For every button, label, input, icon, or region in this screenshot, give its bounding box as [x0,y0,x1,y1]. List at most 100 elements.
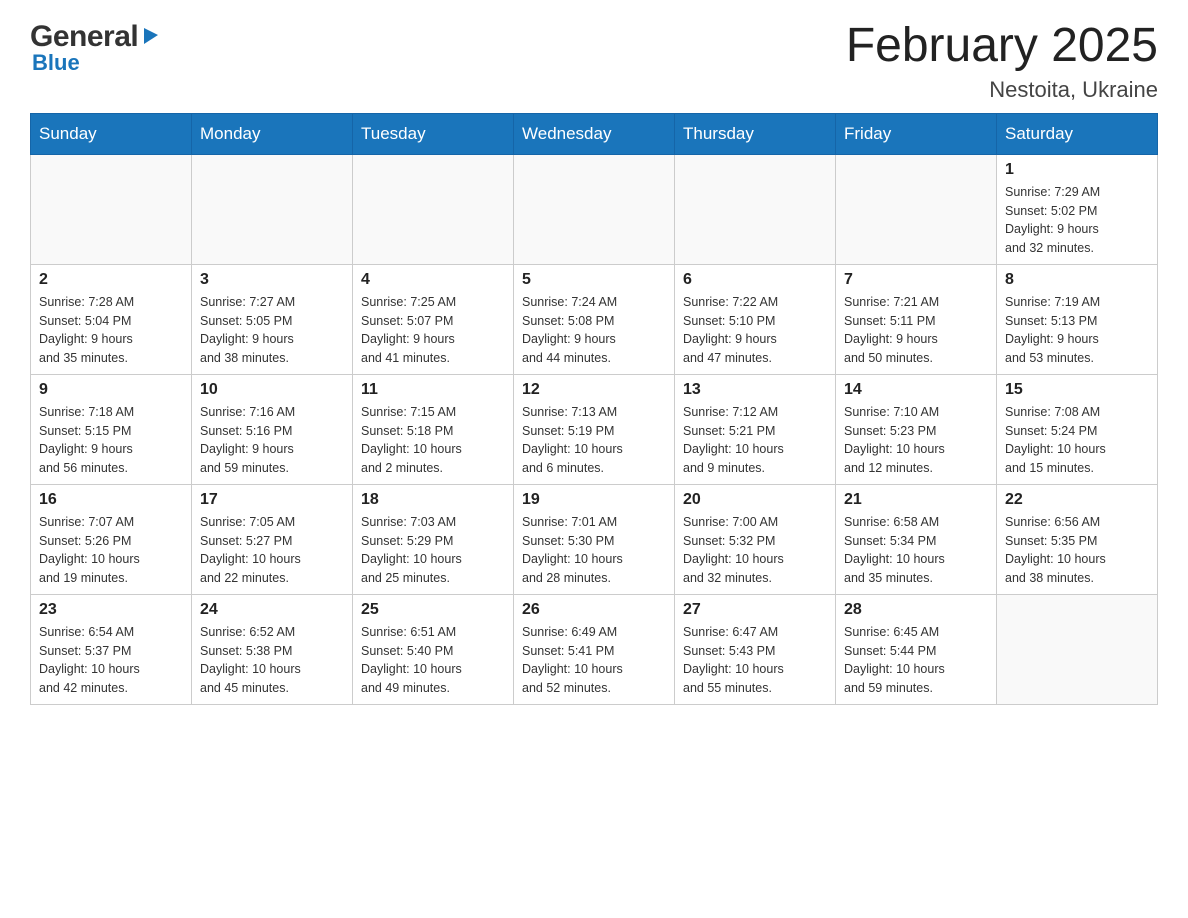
day-info: Sunrise: 7:07 AM Sunset: 5:26 PM Dayligh… [39,513,183,588]
day-number: 5 [522,271,666,289]
day-info: Sunrise: 7:10 AM Sunset: 5:23 PM Dayligh… [844,403,988,478]
day-number: 14 [844,381,988,399]
table-row [675,154,836,264]
table-row: 15 Sunrise: 7:08 AM Sunset: 5:24 PM Dayli… [997,374,1158,484]
logo-blue-text: Blue [30,50,80,76]
table-row [836,154,997,264]
day-info: Sunrise: 6:54 AM Sunset: 5:37 PM Dayligh… [39,623,183,698]
table-row: 2 Sunrise: 7:28 AM Sunset: 5:04 PM Daylig… [31,264,192,374]
day-number: 9 [39,381,183,399]
weekday-header-row: Sunday Monday Tuesday Wednesday Thursday… [31,113,1158,154]
header-thursday: Thursday [675,113,836,154]
day-info: Sunrise: 7:21 AM Sunset: 5:11 PM Dayligh… [844,293,988,368]
day-info: Sunrise: 6:58 AM Sunset: 5:34 PM Dayligh… [844,513,988,588]
day-info: Sunrise: 7:12 AM Sunset: 5:21 PM Dayligh… [683,403,827,478]
day-info: Sunrise: 7:00 AM Sunset: 5:32 PM Dayligh… [683,513,827,588]
day-info: Sunrise: 7:13 AM Sunset: 5:19 PM Dayligh… [522,403,666,478]
day-number: 12 [522,381,666,399]
table-row [31,154,192,264]
table-row [353,154,514,264]
table-row: 3 Sunrise: 7:27 AM Sunset: 5:05 PM Daylig… [192,264,353,374]
header-friday: Friday [836,113,997,154]
day-number: 13 [683,381,827,399]
day-number: 4 [361,271,505,289]
table-row [514,154,675,264]
table-row: 26 Sunrise: 6:49 AM Sunset: 5:41 PM Dayli… [514,594,675,704]
day-info: Sunrise: 6:56 AM Sunset: 5:35 PM Dayligh… [1005,513,1149,588]
day-info: Sunrise: 7:24 AM Sunset: 5:08 PM Dayligh… [522,293,666,368]
calendar-week-5: 23Sunrise: 6:54 AM Sunset: 5:37 PM Dayli… [31,594,1158,704]
day-info: Sunrise: 7:16 AM Sunset: 5:16 PM Dayligh… [200,403,344,478]
day-number: 20 [683,491,827,509]
page-header: General Blue February 2025 Nestoita, Ukr… [30,20,1158,103]
table-row: 12 Sunrise: 7:13 AM Sunset: 5:19 PM Dayli… [514,374,675,484]
table-row: 17 Sunrise: 7:05 AM Sunset: 5:27 PM Dayli… [192,484,353,594]
day-number: 18 [361,491,505,509]
day-number: 2 [39,271,183,289]
table-row: 5 Sunrise: 7:24 AM Sunset: 5:08 PM Daylig… [514,264,675,374]
day-info: Sunrise: 7:01 AM Sunset: 5:30 PM Dayligh… [522,513,666,588]
day-number: 27 [683,601,827,619]
day-number: 21 [844,491,988,509]
day-number: 26 [522,601,666,619]
table-row: 28 Sunrise: 6:45 AM Sunset: 5:44 PM Dayli… [836,594,997,704]
table-row: 24 Sunrise: 6:52 AM Sunset: 5:38 PM Dayli… [192,594,353,704]
day-info: Sunrise: 7:03 AM Sunset: 5:29 PM Dayligh… [361,513,505,588]
day-info: Sunrise: 6:52 AM Sunset: 5:38 PM Dayligh… [200,623,344,698]
table-row: 4Sunrise: 7:25 AM Sunset: 5:07 PM Daylig… [353,264,514,374]
table-row: 11 Sunrise: 7:15 AM Sunset: 5:18 PM Dayli… [353,374,514,484]
day-info: Sunrise: 6:51 AM Sunset: 5:40 PM Dayligh… [361,623,505,698]
table-row: 9 Sunrise: 7:18 AM Sunset: 5:15 PM Daylig… [31,374,192,484]
table-row: 7 Sunrise: 7:21 AM Sunset: 5:11 PM Daylig… [836,264,997,374]
day-number: 25 [361,601,505,619]
day-info: Sunrise: 6:49 AM Sunset: 5:41 PM Dayligh… [522,623,666,698]
header-sunday: Sunday [31,113,192,154]
table-row: 22 Sunrise: 6:56 AM Sunset: 5:35 PM Dayli… [997,484,1158,594]
calendar-title: February 2025 [846,20,1158,73]
day-info: Sunrise: 7:15 AM Sunset: 5:18 PM Dayligh… [361,403,505,478]
day-info: Sunrise: 7:29 AM Sunset: 5:02 PM Dayligh… [1005,183,1149,258]
table-row: 6 Sunrise: 7:22 AM Sunset: 5:10 PM Daylig… [675,264,836,374]
day-number: 15 [1005,381,1149,399]
day-number: 10 [200,381,344,399]
day-info: Sunrise: 7:19 AM Sunset: 5:13 PM Dayligh… [1005,293,1149,368]
header-saturday: Saturday [997,113,1158,154]
table-row: 25 Sunrise: 6:51 AM Sunset: 5:40 PM Dayli… [353,594,514,704]
day-number: 11 [361,381,505,399]
day-number: 1 [1005,161,1149,179]
table-row: 18 Sunrise: 7:03 AM Sunset: 5:29 PM Dayli… [353,484,514,594]
table-row: 8Sunrise: 7:19 AM Sunset: 5:13 PM Daylig… [997,264,1158,374]
calendar-week-2: 2 Sunrise: 7:28 AM Sunset: 5:04 PM Daylig… [31,264,1158,374]
logo: General Blue [30,20,162,76]
header-tuesday: Tuesday [353,113,514,154]
table-row: 20 Sunrise: 7:00 AM Sunset: 5:32 PM Dayli… [675,484,836,594]
day-number: 3 [200,271,344,289]
logo-arrow-icon [140,24,162,51]
table-row: 10 Sunrise: 7:16 AM Sunset: 5:16 PM Dayli… [192,374,353,484]
table-row: 21 Sunrise: 6:58 AM Sunset: 5:34 PM Dayli… [836,484,997,594]
table-row: 23Sunrise: 6:54 AM Sunset: 5:37 PM Dayli… [31,594,192,704]
day-info: Sunrise: 7:18 AM Sunset: 5:15 PM Dayligh… [39,403,183,478]
day-info: Sunrise: 7:05 AM Sunset: 5:27 PM Dayligh… [200,513,344,588]
table-row: 19Sunrise: 7:01 AM Sunset: 5:30 PM Dayli… [514,484,675,594]
day-info: Sunrise: 7:22 AM Sunset: 5:10 PM Dayligh… [683,293,827,368]
day-info: Sunrise: 7:08 AM Sunset: 5:24 PM Dayligh… [1005,403,1149,478]
day-number: 22 [1005,491,1149,509]
day-number: 28 [844,601,988,619]
day-info: Sunrise: 6:47 AM Sunset: 5:43 PM Dayligh… [683,623,827,698]
table-row: 1 Sunrise: 7:29 AM Sunset: 5:02 PM Daylig… [997,154,1158,264]
day-number: 6 [683,271,827,289]
title-block: February 2025 Nestoita, Ukraine [846,20,1158,103]
day-info: Sunrise: 7:28 AM Sunset: 5:04 PM Dayligh… [39,293,183,368]
calendar-week-1: 1 Sunrise: 7:29 AM Sunset: 5:02 PM Daylig… [31,154,1158,264]
table-row [192,154,353,264]
day-number: 17 [200,491,344,509]
day-info: Sunrise: 6:45 AM Sunset: 5:44 PM Dayligh… [844,623,988,698]
day-number: 7 [844,271,988,289]
day-number: 24 [200,601,344,619]
day-number: 16 [39,491,183,509]
logo-general-text: General [30,20,138,54]
calendar-table: Sunday Monday Tuesday Wednesday Thursday… [30,113,1158,705]
header-wednesday: Wednesday [514,113,675,154]
day-info: Sunrise: 7:27 AM Sunset: 5:05 PM Dayligh… [200,293,344,368]
